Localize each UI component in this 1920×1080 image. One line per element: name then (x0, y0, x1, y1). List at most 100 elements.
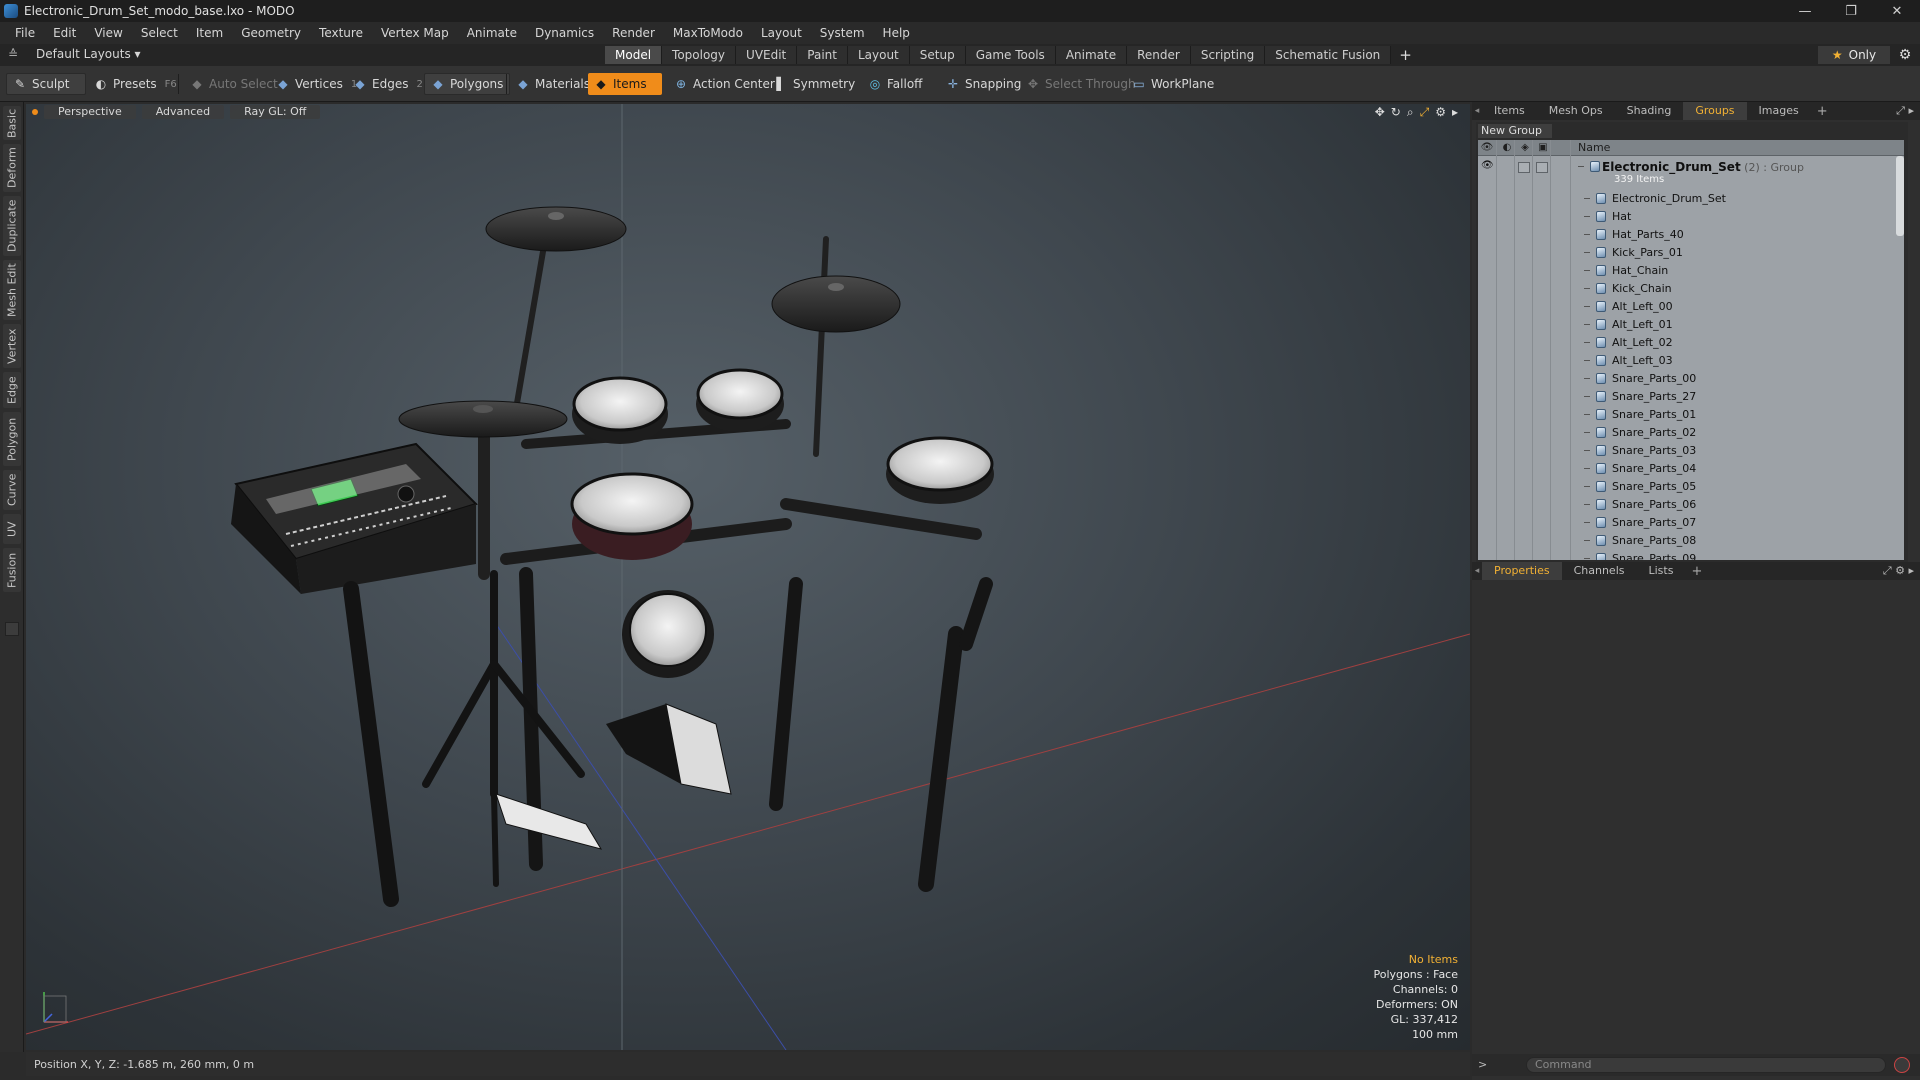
presets-button[interactable]: ◐ Presets F6 (88, 73, 183, 95)
snapping-button[interactable]: ✛ Snapping (940, 73, 1027, 95)
tab-model[interactable]: Model (605, 46, 663, 64)
lock-checkbox[interactable] (1518, 162, 1530, 173)
vtab-curve[interactable]: Curve (3, 470, 21, 510)
zoom-icon[interactable]: ⌕ (1407, 105, 1414, 120)
raygl-button[interactable]: Ray GL: Off (230, 105, 321, 119)
tab-setup[interactable]: Setup (909, 46, 966, 64)
list-item[interactable]: Snare_Parts_07 (1478, 514, 1904, 532)
list-item[interactable]: Snare_Parts_03 (1478, 442, 1904, 460)
expand-arrow-icon[interactable]: ▸ (1452, 105, 1458, 120)
panel-toggle-button[interactable] (5, 622, 19, 636)
tab-properties[interactable]: Properties (1482, 562, 1562, 580)
command-stop-icon[interactable] (1894, 1057, 1910, 1073)
menu-render[interactable]: Render (603, 26, 664, 40)
restore-button[interactable]: ❐ (1828, 0, 1874, 22)
list-item[interactable]: Hat_Chain (1478, 262, 1904, 280)
list-item[interactable]: Snare_Parts_00 (1478, 370, 1904, 388)
select-through-button[interactable]: ✥ Select Through (1020, 73, 1142, 95)
list-item[interactable]: Alt_Left_03 (1478, 352, 1904, 370)
vtab-duplicate[interactable]: Duplicate (3, 196, 21, 256)
only-button[interactable]: ★ Only (1818, 46, 1890, 64)
polygons-button[interactable]: ◆ Polygons (424, 73, 511, 95)
symmetry-button[interactable]: ▌ Symmetry (768, 73, 861, 95)
vtab-vertex[interactable]: Vertex (3, 324, 21, 368)
group-row[interactable]: 👁 Electronic_Drum_Set (2) : Group 339 It… (1478, 158, 1904, 190)
tab-paint[interactable]: Paint (797, 46, 848, 64)
tab-mesh-ops[interactable]: Mesh Ops (1537, 102, 1615, 120)
menu-layout[interactable]: Layout (752, 26, 811, 40)
menu-select[interactable]: Select (132, 26, 187, 40)
panel-expand-icon[interactable]: ⤢ ⚙ ▸ (1883, 562, 1914, 580)
falloff-button[interactable]: ◎ Falloff (862, 73, 928, 95)
list-item[interactable]: Hat (1478, 208, 1904, 226)
menu-edit[interactable]: Edit (44, 26, 85, 40)
panel-expand-icon[interactable]: ⤢ ▸ (1896, 102, 1914, 120)
workplane-button[interactable]: ▭ WorkPlane (1126, 73, 1220, 95)
shading-mode-button[interactable]: Advanced (141, 105, 225, 119)
add-panel-tab-button[interactable]: + (1811, 104, 1834, 119)
list-item[interactable]: Kick_Pars_01 (1478, 244, 1904, 262)
pan-icon[interactable]: ✥ (1375, 105, 1385, 120)
tab-animate[interactable]: Animate (1055, 46, 1128, 64)
view-mode-button[interactable]: Perspective (44, 105, 136, 119)
tab-items[interactable]: Items (1482, 102, 1537, 120)
new-group-button[interactable]: New Group (1478, 124, 1552, 138)
vtab-basic[interactable]: Basic (3, 106, 21, 140)
auto-select-button[interactable]: ◆ Auto Select (184, 73, 284, 95)
menu-maxtomodo[interactable]: MaxToModo (664, 26, 752, 40)
list-item[interactable]: Alt_Left_01 (1478, 316, 1904, 334)
menu-system[interactable]: System (811, 26, 874, 40)
gear-icon[interactable]: ⚙ (1896, 46, 1914, 64)
select-col-icon[interactable]: ▣ (1536, 141, 1550, 155)
collapse-toggle[interactable] (1578, 166, 1584, 167)
tab-shading[interactable]: Shading (1615, 102, 1684, 120)
close-button[interactable]: ✕ (1874, 0, 1920, 22)
list-item[interactable]: Hat_Parts_40 (1478, 226, 1904, 244)
vtab-deform[interactable]: Deform (3, 144, 21, 192)
select-checkbox[interactable] (1536, 162, 1548, 173)
menu-texture[interactable]: Texture (310, 26, 372, 40)
menu-geometry[interactable]: Geometry (232, 26, 310, 40)
groups-scrollbar[interactable] (1896, 156, 1904, 236)
panel-grip-icon[interactable]: ◂ (1472, 102, 1482, 120)
vtab-uv[interactable]: UV (3, 514, 21, 544)
list-item[interactable]: Snare_Parts_01 (1478, 406, 1904, 424)
list-item[interactable]: Snare_Parts_09 (1478, 550, 1904, 560)
vtab-fusion[interactable]: Fusion (3, 548, 21, 592)
action-center-button[interactable]: ⊕ Action Center (668, 73, 781, 95)
list-item[interactable]: Snare_Parts_02 (1478, 424, 1904, 442)
tab-channels[interactable]: Channels (1562, 562, 1637, 580)
sculpt-button[interactable]: ✎ Sculpt (6, 73, 86, 95)
add-tab-button[interactable]: + (1391, 46, 1420, 64)
menu-item[interactable]: Item (187, 26, 232, 40)
materials-button[interactable]: ◆ Materials (510, 73, 596, 95)
tab-uvedit[interactable]: UVEdit (736, 46, 798, 64)
items-button[interactable]: ◆ Items (588, 73, 662, 95)
command-input[interactable]: Command (1526, 1057, 1886, 1073)
tab-schematic-fusion[interactable]: Schematic Fusion (1265, 46, 1392, 64)
menu-animate[interactable]: Animate (458, 26, 526, 40)
list-item[interactable]: Snare_Parts_05 (1478, 478, 1904, 496)
fit-icon[interactable]: ⤢ (1420, 105, 1430, 120)
tab-game-tools[interactable]: Game Tools (965, 46, 1056, 64)
lock-col-icon[interactable]: ◈ (1518, 141, 1532, 155)
menu-file[interactable]: File (6, 26, 44, 40)
panel-grip-icon[interactable]: ◂ (1472, 562, 1482, 580)
add-panel-tab-button[interactable]: + (1685, 564, 1708, 579)
tab-render[interactable]: Render (1127, 46, 1191, 64)
list-item[interactable]: Snare_Parts_27 (1478, 388, 1904, 406)
eye-icon[interactable]: 👁 (1481, 160, 1494, 171)
menu-view[interactable]: View (85, 26, 131, 40)
visibility-col-icon[interactable]: 👁 (1480, 141, 1494, 155)
drum-set-scene[interactable] (26, 104, 1470, 1050)
list-item[interactable]: Snare_Parts_06 (1478, 496, 1904, 514)
list-item[interactable]: Snare_Parts_04 (1478, 460, 1904, 478)
minimize-button[interactable]: — (1782, 0, 1828, 22)
vtab-edge[interactable]: Edge (3, 372, 21, 408)
edges-button[interactable]: ◆ Edges 2 (347, 73, 429, 95)
list-item[interactable]: Snare_Parts_08 (1478, 532, 1904, 550)
3d-viewport[interactable]: Perspective Advanced Ray GL: Off ✥ ↻ ⌕ ⤢… (26, 104, 1470, 1050)
viewport-gear-icon[interactable]: ⚙ (1435, 105, 1446, 120)
list-item[interactable]: Alt_Left_00 (1478, 298, 1904, 316)
tab-layout[interactable]: Layout (847, 46, 910, 64)
